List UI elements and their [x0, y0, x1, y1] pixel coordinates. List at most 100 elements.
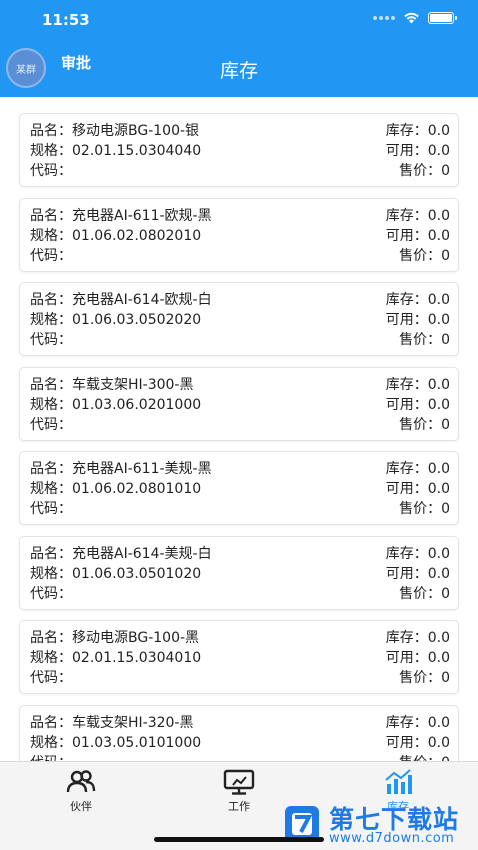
stock-value: 0.0 [427, 461, 450, 477]
stock-field: 库存：0.0 [386, 544, 450, 564]
code-field: 代码： [30, 668, 72, 688]
code-field: 代码： [30, 330, 72, 350]
spec-value: 01.06.03.0501020 [72, 565, 202, 582]
available-field: 可用：0.0 [386, 733, 450, 753]
card-row-name: 品名：充电器AI-614-美规-白 库存：0.0 [30, 544, 450, 564]
signal-icon [373, 16, 395, 20]
code-label: 代码： [30, 501, 72, 517]
spec-value: 01.03.05.0101000 [72, 734, 202, 751]
card-row-code: 代码： 售价：0 [30, 161, 450, 181]
inventory-card[interactable]: 品名：充电器AI-614-美规-白 库存：0.0 规格：01.06.03.05010… [19, 535, 459, 610]
available-value: 0.0 [427, 565, 450, 582]
card-row-code: 代码： 售价：0 [30, 753, 450, 762]
name-field: 品名：充电器AI-611-美规-黑 [30, 459, 212, 479]
spec-label: 规格： [30, 734, 72, 751]
price-label: 售价： [399, 332, 442, 348]
stock-field: 库存：0.0 [386, 713, 450, 733]
name-value: 充电器AI-611-美规-黑 [72, 461, 212, 477]
home-indicator [154, 837, 324, 842]
tab-work-label: 工作 [228, 800, 250, 813]
tab-partners[interactable]: 伙伴 [36, 768, 126, 818]
watermark: 第七下载站 www.d7down.com [283, 800, 478, 850]
stock-field: 库存：0.0 [386, 121, 450, 141]
stock-value: 0.0 [427, 714, 450, 731]
tab-partners-label: 伙伴 [70, 800, 92, 813]
price-value: 0 [441, 247, 450, 264]
available-value: 0.0 [427, 481, 450, 497]
price-label: 售价： [399, 416, 442, 433]
inventory-card[interactable]: 品名：充电器AI-611-美规-黑 库存：0.0 规格：01.06.02.08010… [19, 451, 459, 525]
name-field: 品名：车载支架HI-300-黑 [30, 375, 193, 395]
spec-label: 规格： [30, 565, 72, 582]
spec-value: 02.01.15.0304010 [72, 650, 202, 666]
spec-value: 01.06.02.0802010 [72, 227, 202, 244]
spec-field: 规格：01.03.06.0201000 [30, 395, 201, 415]
inventory-card[interactable]: 品名：充电器AI-611-欧规-黑 库存：0.0 规格：01.06.02.08020… [19, 197, 459, 272]
inventory-card[interactable]: 品名：充电器AI-614-欧规-白 库存：0.0 规格：01.06.03.05020… [19, 282, 459, 356]
price-field: 售价：0 [399, 246, 450, 266]
spec-label: 规格： [30, 396, 72, 413]
card-row-name: 品名：移动电源BG-100-银 库存：0.0 [30, 121, 450, 141]
stock-label: 库存： [385, 630, 428, 646]
price-value: 0 [441, 416, 450, 433]
card-row-spec: 规格：01.06.03.0501020 可用：0.0 [30, 564, 450, 584]
spec-label: 规格： [30, 650, 72, 666]
price-value: 0 [441, 585, 450, 602]
card-row-spec: 规格：01.03.06.0201000 可用：0.0 [30, 395, 450, 415]
available-label: 可用： [385, 650, 428, 666]
price-field: 售价：0 [399, 668, 450, 688]
name-label: 品名： [30, 545, 72, 562]
inventory-list[interactable]: 品名：移动电源BG-100-银 库存：0.0 规格：02.01.15.0304040… [0, 97, 478, 761]
available-field: 可用：0.0 [386, 479, 450, 499]
price-field: 售价：0 [399, 330, 450, 350]
inventory-card[interactable]: 品名：车载支架HI-320-黑 库存：0.0 规格：01.03.05.0101000… [19, 704, 459, 762]
card-row-name: 品名：充电器AI-611-欧规-黑 库存：0.0 [30, 206, 450, 226]
price-value: 0 [441, 163, 450, 179]
tab-work[interactable]: 工作 [194, 768, 284, 818]
card-row-code: 代码： 售价：0 [30, 584, 450, 604]
card-row-name: 品名：移动电源BG-100-黑 库存：0.0 [30, 628, 450, 648]
spec-label: 规格： [30, 227, 72, 244]
inventory-card[interactable]: 品名：移动电源BG-100-银 库存：0.0 规格：02.01.15.0304040… [19, 113, 459, 187]
name-field: 品名：充电器AI-614-欧规-白 [30, 290, 212, 310]
available-value: 0.0 [427, 650, 450, 666]
price-field: 售价：0 [399, 161, 450, 181]
price-field: 售价：0 [399, 499, 450, 519]
name-value: 充电器AI-614-美规-白 [72, 545, 212, 562]
monitor-icon [223, 769, 255, 795]
available-label: 可用： [385, 481, 428, 497]
inventory-card[interactable]: 品名：车载支架HI-300-黑 库存：0.0 规格：01.03.06.0201000… [19, 366, 459, 441]
card-row-name: 品名：充电器AI-611-美规-黑 库存：0.0 [30, 459, 450, 479]
price-value: 0 [441, 670, 450, 686]
price-value: 0 [441, 501, 450, 517]
price-field: 售价：0 [399, 584, 450, 604]
stock-value: 0.0 [427, 292, 450, 308]
available-label: 可用： [385, 227, 428, 244]
name-value: 车载支架HI-320-黑 [72, 714, 194, 731]
card-row-code: 代码： 售价：0 [30, 499, 450, 519]
available-value: 0.0 [427, 734, 450, 751]
name-field: 品名：车载支架HI-320-黑 [30, 713, 193, 733]
inventory-card[interactable]: 品名：移动电源BG-100-黑 库存：0.0 规格：02.01.15.0304010… [19, 620, 459, 694]
status-icons [373, 12, 457, 24]
name-field: 品名：移动电源BG-100-银 [30, 121, 199, 141]
price-label: 售价： [399, 247, 442, 264]
available-value: 0.0 [427, 396, 450, 413]
stock-label: 库存： [385, 376, 428, 393]
code-label: 代码： [30, 332, 72, 348]
spec-value: 01.03.06.0201000 [72, 396, 202, 413]
available-label: 可用： [385, 734, 428, 751]
name-field: 品名：充电器AI-614-美规-白 [30, 544, 212, 564]
spec-label: 规格： [30, 312, 72, 328]
spec-value: 02.01.15.0304040 [72, 143, 202, 159]
watermark-url: www.d7down.com [329, 831, 455, 846]
available-value: 0.0 [427, 143, 450, 159]
stock-field: 库存：0.0 [386, 628, 450, 648]
name-field: 品名：移动电源BG-100-黑 [30, 628, 199, 648]
stock-value: 0.0 [427, 545, 450, 562]
card-row-name: 品名：车载支架HI-300-黑 库存：0.0 [30, 375, 450, 395]
card-row-spec: 规格：01.06.03.0502020 可用：0.0 [30, 310, 450, 330]
spec-label: 规格： [30, 143, 72, 159]
name-value: 车载支架HI-300-黑 [72, 376, 194, 393]
stock-label: 库存： [385, 207, 428, 224]
